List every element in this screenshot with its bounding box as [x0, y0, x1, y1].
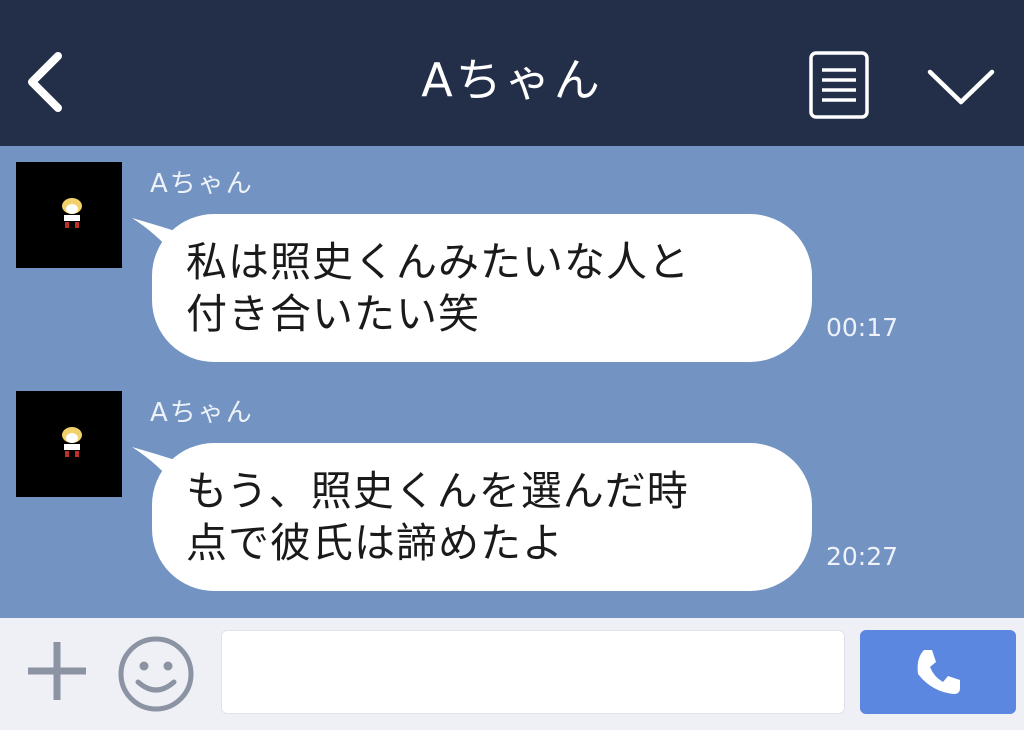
add-attachment-button[interactable]: [24, 638, 90, 704]
collapse-button[interactable]: [924, 62, 998, 112]
menu-button[interactable]: [808, 50, 870, 120]
message-bubble[interactable]: 私は照史くんみたいな人と 付き合いたい笑: [152, 214, 812, 362]
sender-name: Aちゃん: [150, 398, 254, 428]
chat-title: Aちゃん: [421, 53, 603, 107]
avatar-image: [62, 198, 82, 228]
avatar[interactable]: [16, 162, 122, 268]
avatar[interactable]: [16, 391, 122, 497]
plus-icon: [28, 642, 86, 700]
message-row: Aちゃん もう、照史くんを選んだ時 点で彼氏は諦めたよ 20:27: [0, 391, 1024, 601]
chat-screen: Aちゃん Aちゃん 私は照史くんみたいな人と 付き合いたい笑 00:17 Aちゃ…: [0, 0, 1024, 730]
message-text: もう、照史くんを選んだ時 点で彼氏は諦めたよ: [186, 467, 689, 567]
chat-header: Aちゃん: [0, 0, 1024, 146]
message-text: 私は照史くんみたいな人と 付き合いたい笑: [186, 238, 690, 338]
phone-icon: [917, 650, 960, 694]
message-input[interactable]: [221, 630, 845, 714]
back-button[interactable]: [18, 42, 78, 122]
input-bar: [0, 618, 1024, 730]
chevron-down-icon: [927, 69, 995, 105]
message-row: Aちゃん 私は照史くんみたいな人と 付き合いたい笑 00:17: [0, 162, 1024, 372]
call-button[interactable]: [860, 630, 1016, 714]
message-timestamp: 20:27: [826, 542, 899, 571]
message-bubble[interactable]: もう、照史くんを選んだ時 点で彼氏は諦めたよ: [152, 443, 812, 591]
smiley-icon: [118, 636, 194, 712]
message-timestamp: 00:17: [826, 313, 899, 342]
emoji-button[interactable]: [116, 634, 196, 714]
chevron-left-icon: [28, 52, 62, 112]
avatar-image: [62, 427, 82, 457]
menu-list-icon: [809, 51, 869, 119]
sender-name: Aちゃん: [150, 169, 254, 199]
